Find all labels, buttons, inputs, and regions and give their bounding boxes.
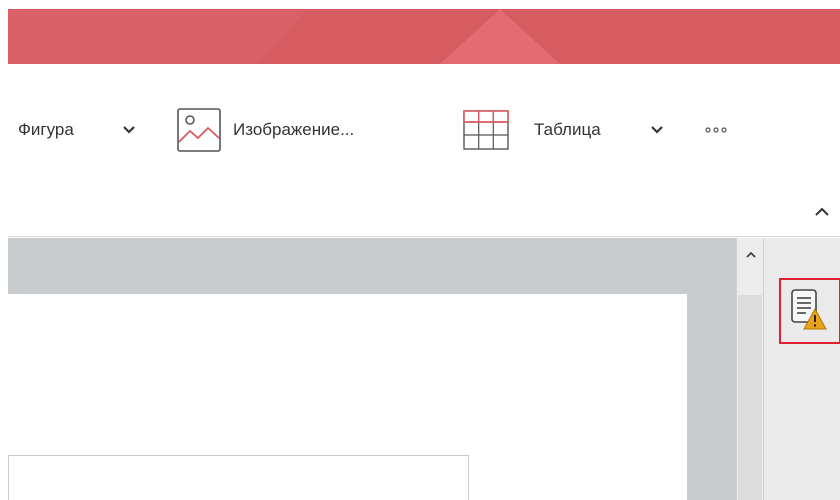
title-bar-decoration [8, 9, 560, 64]
shape-label: Фигура [18, 120, 74, 139]
window-frame-top [0, 0, 840, 9]
shape-button[interactable]: Фигура [18, 100, 74, 160]
shape-dropdown[interactable] [122, 100, 136, 160]
table-dropdown[interactable] [650, 100, 664, 160]
insert-image-button[interactable]: Изображение... [176, 100, 354, 160]
chevron-up-icon [815, 207, 829, 216]
image-icon [177, 108, 221, 152]
table-icon [463, 110, 509, 150]
title-bar [8, 9, 840, 64]
more-icon [705, 127, 727, 133]
insert-table-label: Таблица [534, 120, 601, 139]
text-box[interactable] [8, 455, 469, 500]
chevron-down-icon [651, 126, 663, 134]
chevron-down-icon [123, 126, 135, 134]
more-button[interactable] [704, 100, 728, 160]
document-check-button[interactable] [779, 278, 840, 344]
insert-table-button[interactable]: Таблица [462, 100, 601, 160]
collapse-ribbon-button[interactable] [810, 200, 834, 224]
insert-image-label: Изображение... [233, 120, 355, 139]
scroll-up-icon[interactable] [744, 248, 758, 262]
ribbon-divider [8, 236, 840, 237]
vertical-scrollbar[interactable] [736, 238, 763, 500]
document-warning-icon [791, 289, 827, 330]
scrollbar-thumb[interactable] [738, 295, 762, 500]
